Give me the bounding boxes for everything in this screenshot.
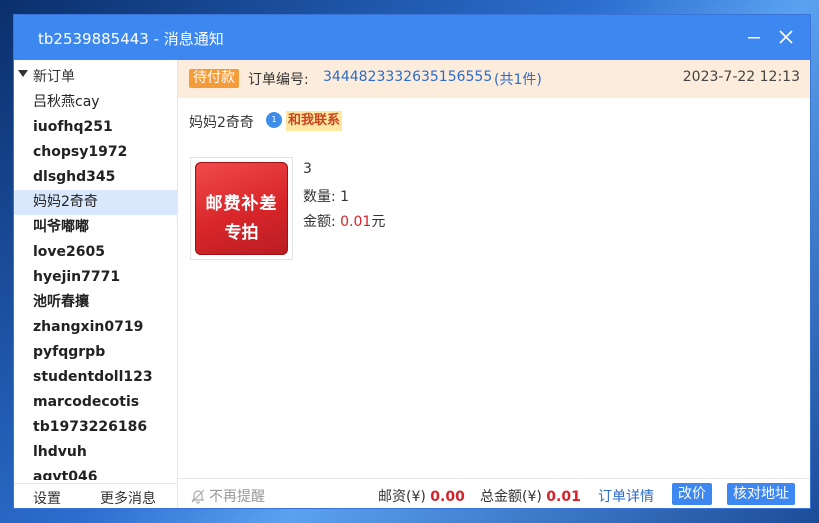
order-detail-pane: 待付款 订单编号: 3444823332635156555 (共1件) 2023… — [178, 60, 810, 508]
minimize-button[interactable] — [742, 25, 766, 49]
buyer-list-item[interactable]: agvt046 — [14, 465, 177, 480]
sidebar-footer: 设置 更多消息 — [14, 483, 177, 508]
buyer-list-item[interactable]: chopsy1972 — [14, 140, 177, 165]
window-title: tb2539885443 - 消息通知 — [38, 30, 224, 48]
postage-label: 邮资(¥) — [378, 489, 426, 505]
close-button[interactable] — [774, 25, 798, 49]
order-sidebar: 新订单 吕秋燕cay iuofhq251 chopsy1972 dlsghd345 妈妈… — [14, 60, 178, 508]
order-time: 2023-7-22 12:13 — [682, 69, 800, 85]
title-bar[interactable]: tb2539885443 - 消息通知 — [14, 15, 810, 60]
quantity-value: 1 — [340, 189, 350, 205]
buyer-name: 妈妈2奇奇 — [189, 115, 254, 131]
postage: 邮资(¥) 0.00 — [378, 486, 465, 506]
order-header: 待付款 订单编号: 3444823332635156555 (共1件) 2023… — [178, 60, 810, 98]
buyer-list-item[interactable]: 池听春攘 — [14, 290, 177, 315]
close-icon — [779, 30, 793, 44]
quantity-label: 数量: — [303, 189, 336, 205]
message-window: tb2539885443 - 消息通知 新订单 吕秋燕cay iuofhq251 c… — [14, 15, 810, 508]
change-price-button[interactable]: 改价 — [672, 483, 712, 505]
postage-value: 0.00 — [430, 489, 465, 505]
order-item-count: (共1件) — [494, 72, 542, 88]
buyer-list-item[interactable]: love2605 — [14, 240, 177, 265]
buyer-list-item[interactable]: 吕秋燕cay — [14, 90, 177, 115]
product-amount: 金额: 0.01元 — [303, 211, 385, 231]
chat-bubble-icon: 1 — [266, 112, 282, 128]
buyer-list-item[interactable]: zhangxin0719 — [14, 315, 177, 340]
settings-button[interactable]: 设置 — [33, 488, 61, 508]
amount-unit: 元 — [371, 214, 386, 230]
product-quantity: 数量: 1 — [303, 186, 349, 206]
total-amount: 总金额(¥) 0.01 — [480, 486, 581, 506]
status-badge: 待付款 — [189, 69, 239, 88]
buyer-list-item[interactable]: marcodecotis — [14, 390, 177, 415]
new-orders-group[interactable]: 新订单 — [14, 66, 177, 86]
mute-reminder-button[interactable]: 不再提醒 — [190, 486, 265, 506]
buyer-list-item[interactable]: 妈妈2奇奇 — [14, 190, 177, 215]
amount-label: 金额: — [303, 214, 336, 230]
product-image-text-2: 专拍 — [224, 223, 259, 243]
expand-triangle-icon — [18, 70, 28, 77]
new-orders-label: 新订单 — [33, 69, 75, 85]
product-image-text-1: 邮费补差 — [205, 194, 278, 214]
buyer-list-item[interactable]: 叫爷嘟嘟 — [14, 215, 177, 240]
product-image-graphic: 邮费补差 专拍 — [195, 162, 288, 255]
buyer-list-item[interactable]: pyfqgrpb — [14, 340, 177, 365]
check-address-button[interactable]: 核对地址 — [727, 483, 795, 505]
mute-reminder-label: 不再提醒 — [209, 489, 265, 505]
buyer-list-item[interactable]: tb1973226186 — [14, 415, 177, 440]
action-bar: 不再提醒 邮资(¥) 0.00 总金额(¥) 0.01 订单详情 改价 核对地址 — [178, 478, 810, 508]
order-number-label: 订单编号: — [248, 72, 309, 88]
product-name[interactable]: 3 — [303, 161, 312, 177]
buyer-list-item[interactable]: iuofhq251 — [14, 115, 177, 140]
buyer-list[interactable]: 吕秋燕cay iuofhq251 chopsy1972 dlsghd345 妈妈2奇奇叫… — [14, 90, 177, 480]
total-label: 总金额(¥) — [480, 489, 542, 505]
amount-value: 0.01 — [340, 214, 372, 230]
buyer-list-item[interactable]: studentdoll123 — [14, 365, 177, 390]
order-detail-link[interactable]: 订单详情 — [598, 486, 654, 506]
buyer-list-item[interactable]: lhdvuh — [14, 440, 177, 465]
minimize-icon — [748, 37, 760, 39]
order-number[interactable]: 3444823332635156555 — [323, 69, 492, 85]
more-messages-button[interactable]: 更多消息 — [100, 488, 156, 508]
buyer-list-item[interactable]: hyejin7771 — [14, 265, 177, 290]
total-value: 0.01 — [546, 489, 581, 505]
bell-off-icon — [191, 489, 205, 504]
product-image[interactable]: 邮费补差 专拍 — [190, 157, 293, 260]
buyer-list-item[interactable]: dlsghd345 — [14, 165, 177, 190]
contact-me-label: 和我联系 — [286, 111, 343, 131]
